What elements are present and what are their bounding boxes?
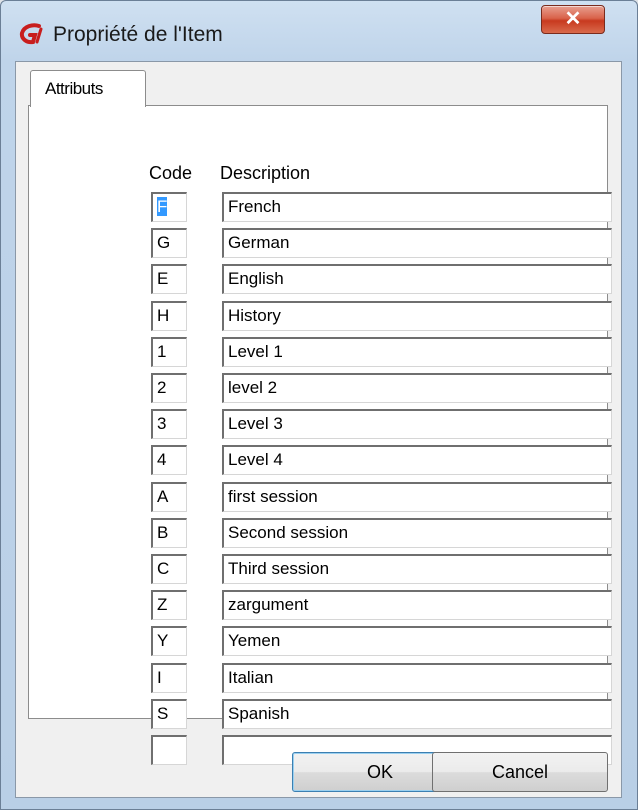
code-field[interactable]: 1 bbox=[151, 336, 187, 367]
attribute-row: G German bbox=[29, 228, 612, 260]
app-logo-icon bbox=[19, 23, 43, 45]
attribute-row: F French bbox=[29, 192, 612, 224]
attribute-row: I Italian bbox=[29, 662, 612, 695]
description-value: Third session bbox=[228, 559, 330, 578]
attribute-row: 3 Level 3 bbox=[29, 409, 612, 441]
attribute-row: Zzargument bbox=[29, 590, 612, 622]
code-field[interactable] bbox=[151, 735, 187, 765]
attribute-row: S Spanish bbox=[29, 698, 612, 731]
description-value: Second session bbox=[228, 522, 349, 542]
code-field[interactable]: F bbox=[151, 192, 187, 222]
code-field[interactable]: H bbox=[151, 300, 187, 331]
description-value: English bbox=[228, 269, 284, 289]
description-value: Level 1 bbox=[228, 341, 283, 361]
code-value: A bbox=[157, 486, 169, 506]
description-value: Yemen bbox=[228, 631, 281, 651]
description-field[interactable]: French bbox=[222, 192, 612, 222]
attribute-row: E English bbox=[29, 264, 612, 296]
code-field[interactable]: G bbox=[151, 228, 187, 259]
description-field[interactable]: zargument bbox=[222, 590, 612, 621]
attribute-row: B Second session bbox=[29, 517, 612, 550]
attribute-row: C Third session bbox=[29, 554, 612, 586]
description-field[interactable]: Yemen bbox=[222, 626, 612, 657]
code-field[interactable]: I bbox=[151, 662, 187, 693]
code-value: 1 bbox=[157, 341, 167, 361]
cancel-button[interactable]: Cancel bbox=[432, 752, 608, 792]
description-value: Spanish bbox=[228, 703, 290, 723]
attribute-row: H History bbox=[29, 300, 612, 333]
code-value: C bbox=[157, 559, 170, 578]
description-value: French bbox=[228, 197, 281, 216]
code-value: 4 bbox=[157, 450, 167, 470]
description-field[interactable]: Third session bbox=[222, 554, 612, 584]
description-value: History bbox=[228, 305, 281, 325]
description-value: Level 4 bbox=[228, 450, 283, 470]
description-field[interactable]: German bbox=[222, 228, 612, 259]
title-bar[interactable]: Propriété de l'Item ✕ bbox=[1, 1, 637, 61]
code-column-header: Code bbox=[149, 163, 193, 183]
code-value: Y bbox=[157, 631, 169, 651]
code-value: B bbox=[157, 522, 169, 542]
close-icon: ✕ bbox=[564, 8, 582, 30]
attribute-row: 2 level 2 bbox=[29, 373, 612, 405]
description-column-header: Description bbox=[220, 163, 311, 183]
attribute-row: Afirst session bbox=[29, 481, 612, 514]
description-field[interactable]: English bbox=[222, 264, 612, 295]
attribute-row: 1 Level 1 bbox=[29, 336, 612, 369]
code-field[interactable]: E bbox=[151, 264, 187, 295]
code-value: Z bbox=[157, 595, 168, 615]
code-field[interactable]: Z bbox=[151, 590, 187, 621]
attribute-row: Y Yemen bbox=[29, 626, 612, 658]
description-field[interactable]: Spanish bbox=[222, 698, 612, 729]
description-field[interactable]: History bbox=[222, 300, 612, 331]
tab-attributs[interactable]: Attributs bbox=[30, 70, 146, 107]
code-value: E bbox=[157, 269, 169, 289]
attribute-row: 4 Level 4 bbox=[29, 445, 612, 477]
code-field[interactable]: 2 bbox=[151, 373, 187, 403]
code-field[interactable]: A bbox=[151, 481, 187, 512]
description-value: German bbox=[228, 233, 290, 253]
attributes-panel: Code Description F French G German E English H… bbox=[28, 105, 612, 765]
code-value: G bbox=[157, 233, 171, 253]
code-value: H bbox=[157, 305, 170, 325]
code-value: 3 bbox=[157, 414, 167, 434]
code-field[interactable]: Y bbox=[151, 626, 187, 657]
description-value: Level 3 bbox=[228, 414, 283, 434]
code-field[interactable]: 4 bbox=[151, 445, 187, 476]
code-value: 2 bbox=[157, 378, 167, 397]
description-value: level 2 bbox=[228, 378, 278, 397]
code-field[interactable]: 3 bbox=[151, 409, 187, 440]
description-field[interactable]: first session bbox=[222, 481, 612, 512]
description-value: Italian bbox=[228, 667, 274, 687]
dialog-client-area: Attributs Code Description F French G Germa… bbox=[15, 61, 622, 798]
description-field[interactable]: Level 4 bbox=[222, 445, 612, 476]
dialog-window: Propriété de l'Item ✕ Attributs Code Des… bbox=[0, 0, 638, 810]
description-field[interactable]: Level 1 bbox=[222, 336, 612, 367]
code-value: S bbox=[157, 703, 169, 723]
code-value: I bbox=[157, 667, 162, 687]
window-title: Propriété de l'Item bbox=[53, 23, 223, 46]
tab-label: Attributs bbox=[45, 79, 103, 98]
code-field[interactable]: B bbox=[151, 517, 187, 548]
code-field[interactable]: S bbox=[151, 698, 187, 729]
description-field[interactable]: Level 3 bbox=[222, 409, 612, 440]
close-button[interactable]: ✕ bbox=[541, 5, 605, 34]
description-field[interactable]: Second session bbox=[222, 517, 612, 548]
code-field[interactable]: C bbox=[151, 554, 187, 584]
description-value: first session bbox=[228, 486, 318, 506]
code-value: F bbox=[157, 197, 168, 216]
description-field[interactable]: level 2 bbox=[222, 373, 612, 403]
description-field[interactable]: Italian bbox=[222, 662, 612, 693]
description-value: zargument bbox=[228, 595, 309, 615]
